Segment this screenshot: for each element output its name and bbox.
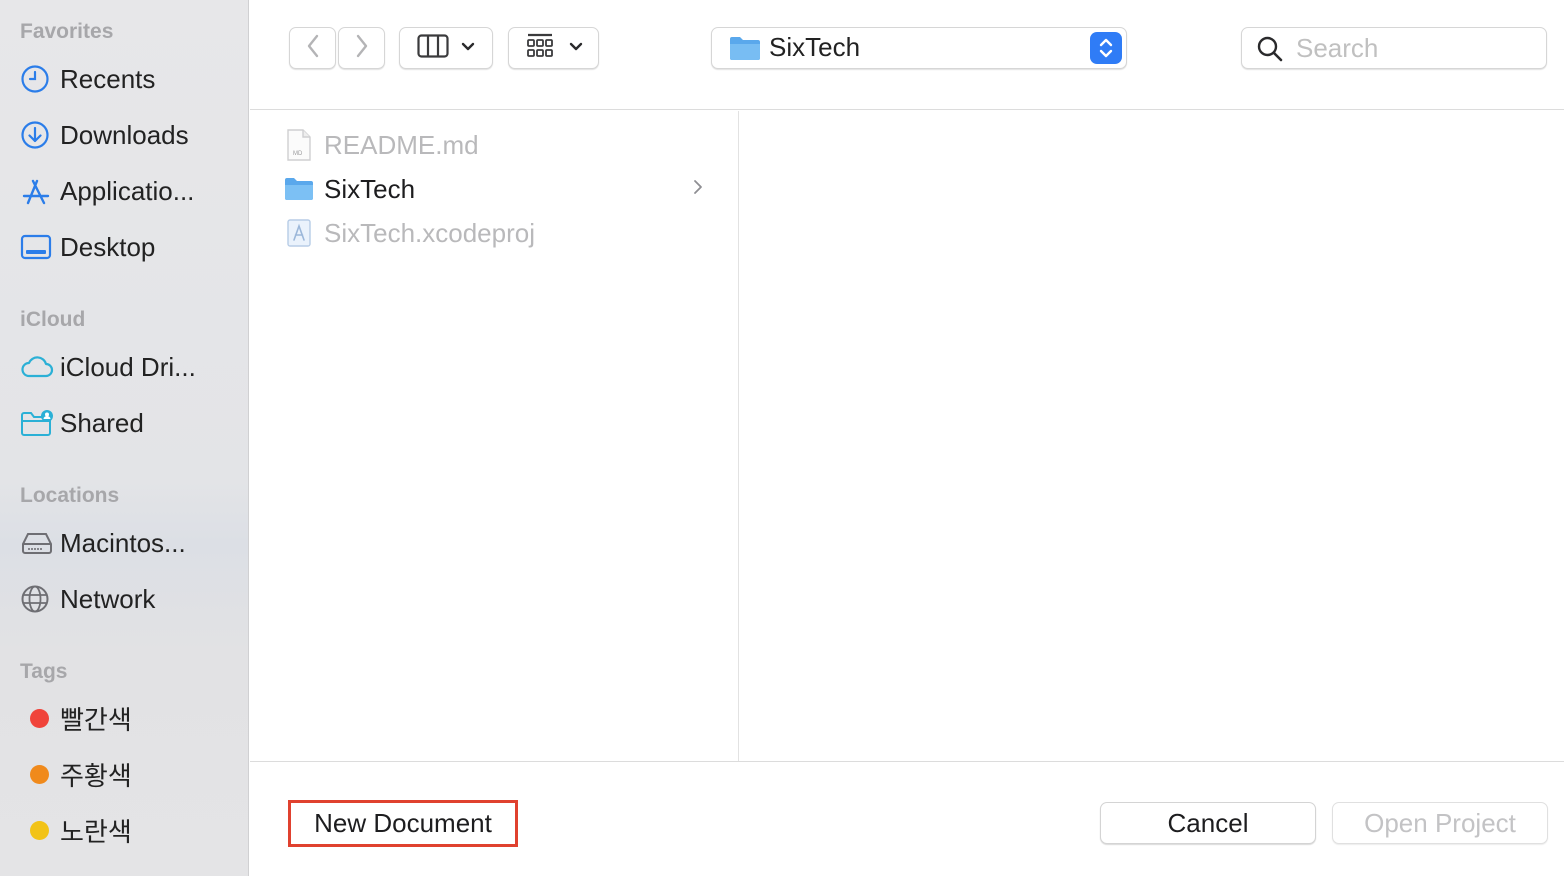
download-icon — [20, 119, 60, 151]
sidebar-item-macintosh-hd[interactable]: Macintos... — [0, 519, 248, 567]
chevron-left-icon — [306, 34, 320, 63]
search-input[interactable] — [1296, 32, 1536, 64]
tag-orange-dot — [30, 764, 49, 784]
cancel-button[interactable]: Cancel — [1100, 802, 1316, 844]
file-name: SixTech.xcodeproj — [324, 217, 535, 248]
clock-icon — [20, 63, 60, 95]
sidebar-item-label: 빨간색 — [60, 704, 132, 735]
sidebar-item-label: Macintos... — [60, 527, 186, 558]
sidebar: Favorites Recents Downloads Applicatio..… — [0, 0, 249, 876]
sidebar-section-tags: Tags — [20, 660, 68, 683]
sidebar-item-downloads[interactable]: Downloads — [0, 111, 248, 159]
grid-icon — [525, 32, 555, 65]
new-document-button[interactable]: New Document — [288, 800, 518, 847]
browser-column-2 — [740, 111, 1564, 761]
sidebar-item-network[interactable]: Network — [0, 575, 248, 623]
sidebar-item-tag-yellow[interactable]: 노란색 — [0, 806, 248, 854]
cloud-icon — [20, 351, 60, 383]
sidebar-item-applications[interactable]: Applicatio... — [0, 167, 248, 215]
sidebar-item-label: Downloads — [60, 119, 189, 150]
chevron-down-icon — [569, 39, 583, 57]
sidebar-item-label: Applicatio... — [60, 175, 195, 206]
sidebar-item-shared[interactable]: Shared — [0, 399, 248, 447]
markdown-file-icon: MD — [284, 129, 314, 161]
toolbar: SixTech — [250, 0, 1564, 110]
sidebar-item-label: 주황색 — [60, 760, 132, 791]
browser-column-1: MD README.md SixTech SixTech.xcodeproj — [250, 111, 739, 761]
file-name: README.md — [324, 129, 479, 160]
chevron-right-icon — [692, 177, 704, 202]
svg-text:MD: MD — [293, 151, 303, 157]
sidebar-item-label: Recents — [60, 63, 156, 94]
back-button[interactable] — [289, 27, 336, 69]
sidebar-item-label: Shared — [60, 407, 144, 438]
updown-stepper-icon — [1090, 32, 1122, 64]
location-popup[interactable]: SixTech — [711, 27, 1127, 69]
sidebar-item-label: iCloud Dri... — [60, 351, 196, 382]
sidebar-section-locations: Locations — [20, 484, 120, 507]
forward-button[interactable] — [338, 27, 385, 69]
chevron-right-icon — [355, 34, 369, 63]
columns-view-icon — [417, 33, 449, 63]
sidebar-item-label: 노란색 — [60, 816, 132, 847]
open-project-button[interactable]: Open Project — [1332, 802, 1548, 844]
tag-yellow-dot — [30, 820, 49, 840]
desktop-icon — [20, 231, 60, 263]
sidebar-item-label: Desktop — [60, 231, 156, 262]
file-row-readme[interactable]: MD README.md — [250, 123, 738, 167]
sidebar-item-label: Network — [60, 583, 156, 614]
shared-folder-icon — [20, 407, 60, 439]
file-name: SixTech — [324, 173, 416, 204]
sidebar-item-recents[interactable]: Recents — [0, 55, 248, 103]
bottom-bar: New Document Cancel Open Project — [250, 761, 1564, 876]
search-icon — [1256, 35, 1284, 68]
view-mode-button[interactable] — [399, 27, 493, 69]
folder-icon — [284, 173, 314, 205]
sidebar-section-favorites: Favorites — [20, 20, 114, 43]
sidebar-section-icloud: iCloud — [20, 308, 86, 331]
sidebar-item-tag-orange[interactable]: 주황색 — [0, 750, 248, 798]
file-row-xcodeproj[interactable]: SixTech.xcodeproj — [250, 211, 738, 255]
location-label: SixTech — [769, 32, 861, 62]
group-by-button[interactable] — [508, 27, 599, 69]
file-row-sixtech-folder[interactable]: SixTech — [250, 167, 738, 211]
tag-red-dot — [30, 708, 49, 728]
hard-drive-icon — [20, 527, 60, 559]
folder-icon — [729, 34, 761, 67]
sidebar-item-desktop[interactable]: Desktop — [0, 223, 248, 271]
applications-icon — [20, 175, 60, 207]
globe-icon — [20, 583, 60, 615]
search-field[interactable] — [1241, 27, 1547, 69]
sidebar-item-tag-red[interactable]: 빨간색 — [0, 694, 248, 742]
xcode-project-icon — [284, 217, 314, 249]
sidebar-item-icloud-drive[interactable]: iCloud Dri... — [0, 343, 248, 391]
chevron-down-icon — [461, 39, 475, 57]
